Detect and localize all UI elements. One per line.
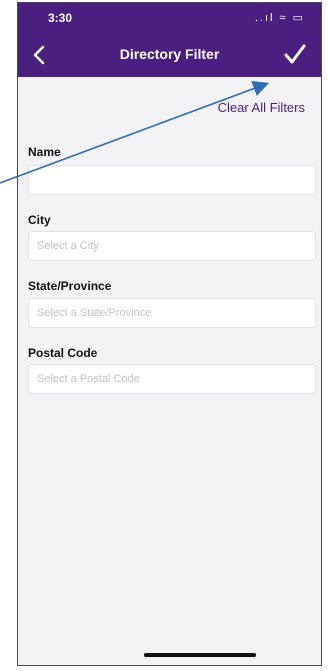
status-time: 3:30 (48, 11, 73, 25)
navigation-bar: Directory Filter (18, 33, 321, 77)
page-title: Directory Filter (119, 46, 220, 62)
postal-code-field[interactable] (28, 364, 316, 394)
phone-screen: 3:30 ..ıl ≈ ▭ Directory Filter Clear All… (17, 2, 322, 666)
postal-code-label: Postal Code (28, 346, 98, 360)
clear-all-filters-link[interactable]: Clear All Filters (218, 100, 305, 115)
status-icons: ..ıl ≈ ▭ (254, 12, 305, 24)
checkmark-icon (284, 44, 306, 64)
city-field[interactable] (28, 231, 316, 261)
state-province-field[interactable] (28, 298, 316, 328)
status-bar: 3:30 ..ıl ≈ ▭ (18, 3, 321, 33)
name-label: Name (28, 145, 61, 159)
name-field[interactable] (28, 165, 316, 195)
home-indicator (144, 653, 256, 657)
city-label: City (28, 213, 51, 227)
state-province-label: State/Province (28, 279, 112, 293)
apply-filter-button[interactable] (281, 41, 309, 69)
